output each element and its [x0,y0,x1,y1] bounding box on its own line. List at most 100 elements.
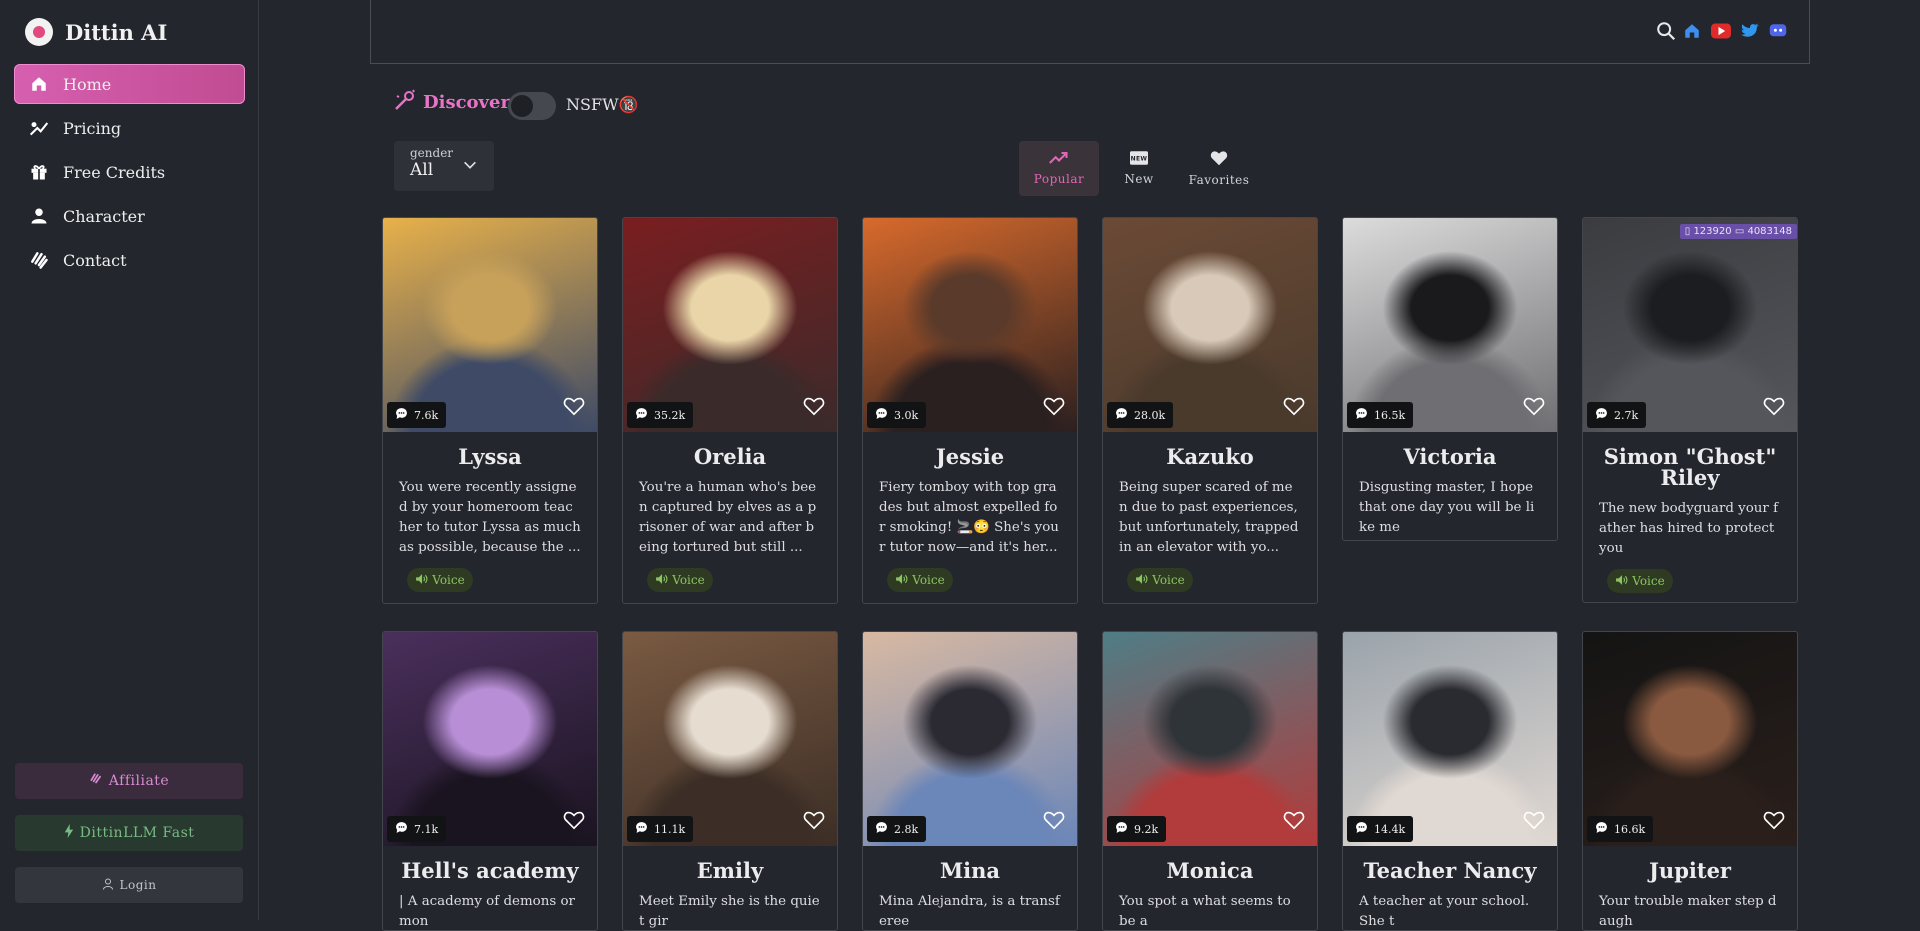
search-icon[interactable] [1655,20,1677,46]
character-card[interactable]: 11.1k Emily Meet Emily she is the quiet gi… [622,631,838,931]
gender-select-value: All [410,160,434,180]
favorite-heart-icon[interactable] [563,396,585,420]
bolt-icon [64,824,74,842]
person-icon [29,206,49,226]
voice-label: Voice [1152,573,1185,587]
character-card[interactable]: 7.6k Lyssa You were recently assigned by y… [382,217,598,604]
sidebar-item-home[interactable]: Home [14,64,245,104]
favorite-heart-icon[interactable] [1283,810,1305,834]
login-button[interactable]: Login [15,867,243,903]
nsfw-toggle[interactable] [508,92,556,120]
chat-count: 35.2k [654,408,686,422]
discord-icon[interactable] [1769,23,1787,43]
brand[interactable]: Dittin AI [25,18,167,46]
character-card[interactable]: 16.5k Victoria Disgusting master, I hope t… [1342,217,1558,541]
chat-count-badge: 11.1k [627,816,694,842]
character-image[interactable]: 7.6k [383,218,597,432]
favorite-heart-icon[interactable] [1523,810,1545,834]
sidebar-item-pricing[interactable]: Pricing [14,108,245,148]
stats-badge: ▯ 123920 ▭ 4083148 [1679,224,1797,239]
chat-count: 2.7k [1614,408,1639,422]
sort-tabs: Popular NEW New Favorites [1019,141,1259,196]
tab-favorites[interactable]: Favorites [1179,141,1259,196]
sidebar-item-free-credits[interactable]: Free Credits [14,152,245,192]
character-card[interactable]: 9.2k Monica You spot a what seems to be a [1102,631,1318,931]
chat-count-badge: 9.2k [1107,816,1167,842]
character-image[interactable]: 16.5k [1343,218,1557,432]
chat-count: 28.0k [1134,408,1166,422]
brand-name: Dittin AI [65,19,168,45]
voice-label: Voice [1632,574,1665,588]
tab-label: Favorites [1188,173,1250,187]
character-card[interactable]: 35.2k Orelia You're a human who's been cap… [622,217,838,604]
gender-select-label: gender [410,146,454,160]
contact-icon [29,250,49,270]
tab-popular[interactable]: Popular [1019,141,1099,196]
character-card[interactable]: 3.0k Jessie Fiery tomboy with top grades b… [862,217,1078,604]
sparkle-wand-icon [393,88,417,117]
logo-icon [25,18,53,46]
youtube-icon[interactable] [1711,23,1731,43]
character-name: Jessie [935,444,1005,469]
chat-count-badge: 2.8k [867,816,927,842]
sidebar-nav: Home Pricing Free Credits Character Cont… [14,64,245,284]
character-card[interactable]: 7.1k Hell's academy | A academy of demons … [382,631,598,931]
chat-count: 2.8k [894,822,919,836]
character-card[interactable]: 28.0k Kazuko Being super scared of men due… [1102,217,1318,604]
character-description: Your trouble maker step daugh [1599,894,1777,929]
llm-label: DittinLLM Fast [79,825,195,841]
svg-text:NEW: NEW [1131,155,1148,162]
affiliate-button[interactable]: Affiliate [15,763,243,799]
character-image[interactable]: 2.8k [863,632,1077,846]
voice-badge: Voice [1127,568,1193,592]
tab-new[interactable]: NEW New [1099,141,1179,196]
twitter-icon[interactable] [1741,23,1759,43]
speaker-icon [655,573,668,588]
character-image[interactable]: 3.0k [863,218,1077,432]
chat-icon: ▭ [1734,226,1745,237]
favorite-heart-icon[interactable] [1763,810,1785,834]
sidebar-item-label: Pricing [63,118,122,138]
character-image[interactable]: 11.1k [623,632,837,846]
favorite-heart-icon[interactable] [1523,396,1545,420]
favorite-heart-icon[interactable] [563,810,585,834]
character-image[interactable]: 9.2k [1103,632,1317,846]
dittin-llm-button[interactable]: DittinLLM Fast [15,815,243,851]
character-card[interactable]: 16.6k Jupiter Your trouble maker step daug… [1582,631,1798,931]
character-card[interactable]: 2.8k Mina Mina Alejandra, is a transferee [862,631,1078,931]
stats-value: 4083148 [1747,226,1792,237]
character-image[interactable]: ▯ 123920 ▭ 4083148 2.7k [1583,218,1797,432]
character-image[interactable]: 16.6k [1583,632,1797,846]
new-icon: NEW [1130,151,1148,168]
character-image[interactable]: 14.4k [1343,632,1557,846]
favorite-heart-icon[interactable] [803,810,825,834]
sidebar-item-character[interactable]: Character [14,196,245,236]
chat-count-badge: 7.6k [387,402,447,428]
character-card[interactable]: 14.4k Teacher Nancy A teacher at your scho… [1342,631,1558,931]
favorite-heart-icon[interactable] [1763,396,1785,420]
character-image[interactable]: 28.0k [1103,218,1317,432]
home-icon [29,74,49,94]
character-description: The new bodyguard your father has hired … [1599,501,1779,556]
chat-bubble-icon [1115,407,1128,423]
chat-bubble-icon [1595,407,1608,423]
home-icon[interactable] [1683,22,1701,44]
character-image[interactable]: 35.2k [623,218,837,432]
user-icon [102,878,114,893]
favorite-heart-icon[interactable] [803,396,825,420]
discover-title: Discover [423,92,510,113]
chat-bubble-icon [1355,407,1368,423]
voice-badge: Voice [407,568,473,592]
chat-count-badge: 16.6k [1587,816,1654,842]
chat-bubble-icon [1115,821,1128,837]
favorite-heart-icon[interactable] [1043,396,1065,420]
tab-label: New [1124,172,1154,186]
character-card[interactable]: ▯ 123920 ▭ 4083148 2.7k Simon "Ghost" Rile… [1582,217,1798,603]
character-description: | A academy of demons or mon [399,894,575,929]
gender-select[interactable]: gender All [394,141,494,191]
favorite-heart-icon[interactable] [1283,396,1305,420]
chat-count-badge: 2.7k [1587,402,1647,428]
sidebar-item-contact[interactable]: Contact [14,240,245,280]
favorite-heart-icon[interactable] [1043,810,1065,834]
character-image[interactable]: 7.1k [383,632,597,846]
